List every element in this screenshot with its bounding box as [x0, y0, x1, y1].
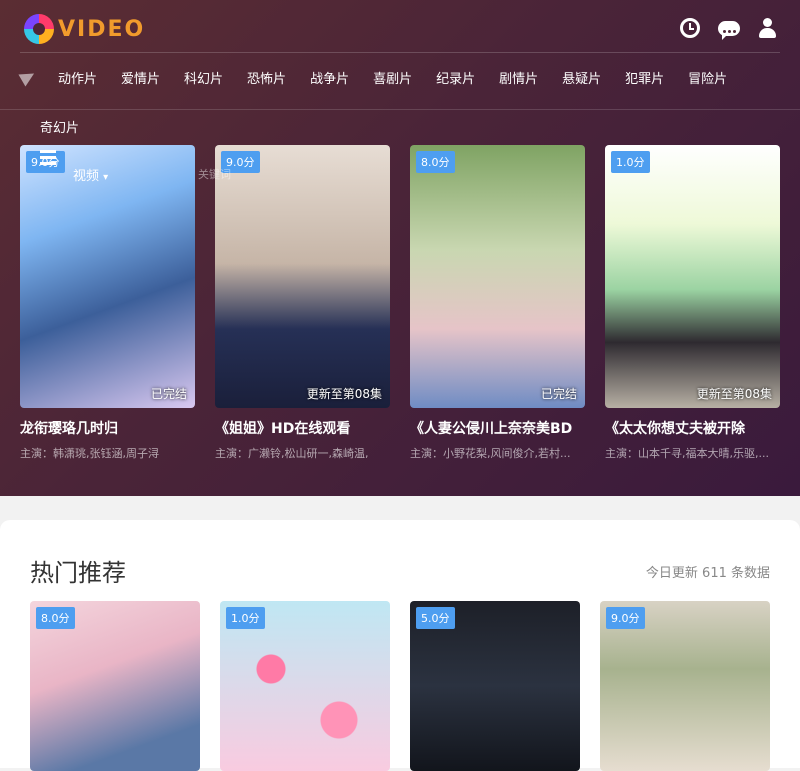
- hero-card[interactable]: 8.0分 已完结 《人妻公侵川上奈奈美BD 主演：小野花梨,风间俊介,若村...: [410, 145, 585, 461]
- clock-icon[interactable]: [680, 18, 700, 38]
- hero-card[interactable]: 1.0分 更新至第08集 《太太你想丈夫被开除 主演：山本千寻,福本大晴,乐驱,…: [605, 145, 780, 461]
- chat-icon[interactable]: [718, 21, 740, 40]
- nav-item-action[interactable]: 动作片: [58, 68, 97, 87]
- card-actors: 主演：广濑铃,松山研一,森崎温,: [215, 447, 369, 460]
- nav-item-documentary[interactable]: 纪录片: [436, 68, 475, 87]
- card-title[interactable]: 《太太你想丈夫被开除: [605, 418, 780, 438]
- category-nav: 动作片 爱情片 科幻片 恐怖片 战争片 喜剧片 纪录片 剧情片 悬疑片 犯罪片 …: [20, 68, 780, 87]
- hot-section: 热门推荐 今日更新 611 条数据 8.0分 1.0分 5.0分 9.0分: [0, 520, 800, 771]
- update-count: 今日更新 611 条数据: [645, 566, 770, 581]
- logo-text: VIDEO: [58, 16, 146, 42]
- hero-card[interactable]: 9.0分 更新至第08集 《姐姐》HD在线观看 主演：广濑铃,松山研一,森崎温,: [215, 145, 390, 461]
- hot-card[interactable]: 9.0分: [600, 601, 770, 771]
- score-badge: 8.0分: [36, 607, 75, 629]
- nav-item-horror[interactable]: 恐怖片: [247, 68, 286, 87]
- score-badge: 1.0分: [226, 607, 265, 629]
- video-dropdown-label: 视频: [73, 169, 100, 184]
- nav-item-adventure[interactable]: 冒险片: [688, 68, 727, 87]
- hot-card[interactable]: 5.0分: [410, 601, 580, 771]
- nav-item-mystery[interactable]: 悬疑片: [562, 68, 601, 87]
- hot-card[interactable]: 8.0分: [30, 601, 200, 771]
- status-label: 更新至第08集: [306, 387, 382, 401]
- card-title[interactable]: 龙衔璎珞几时归: [20, 418, 195, 438]
- hot-card[interactable]: 1.0分: [220, 601, 390, 771]
- score-badge: 1.0分: [611, 151, 650, 173]
- hero-card[interactable]: 9.0分 已完结 龙衔璎珞几时归 主演：韩潇珧,张钰涵,周子浔: [20, 145, 195, 461]
- poster-image[interactable]: 1.0分 更新至第08集: [605, 145, 780, 408]
- chevron-down-icon: ▾: [103, 172, 109, 183]
- score-badge: 5.0分: [416, 607, 455, 629]
- score-badge: 8.0分: [416, 151, 455, 173]
- card-title[interactable]: 《姐姐》HD在线观看: [215, 418, 390, 438]
- logo-mark-icon: [24, 14, 54, 44]
- card-actors: 主演：山本千寻,福本大晴,乐驱,...: [605, 447, 769, 460]
- nav-item-comedy[interactable]: 喜剧片: [373, 68, 412, 87]
- section-title: 热门推荐: [30, 559, 126, 587]
- status-label: 更新至第08集: [696, 387, 772, 401]
- card-actors: 主演：小野花梨,风间俊介,若村...: [410, 447, 571, 460]
- nav-divider: [0, 109, 800, 110]
- card-title[interactable]: 《人妻公侵川上奈奈美BD: [410, 418, 585, 438]
- menu-icon[interactable]: [40, 150, 56, 168]
- score-badge: 9.0分: [606, 607, 645, 629]
- status-label: 已完结: [150, 387, 187, 401]
- nav-item-fantasy[interactable]: 奇幻片: [40, 117, 79, 136]
- nav-item-scifi[interactable]: 科幻片: [184, 68, 223, 87]
- header-divider: [20, 52, 780, 53]
- user-icon[interactable]: [758, 18, 776, 38]
- send-icon: [20, 69, 36, 85]
- search-placeholder[interactable]: 关键词: [198, 166, 231, 182]
- status-label: 已完结: [540, 387, 577, 401]
- site-logo[interactable]: VIDEO: [24, 12, 145, 46]
- video-dropdown[interactable]: 视频 ▾: [73, 165, 108, 184]
- nav-item-drama[interactable]: 剧情片: [499, 68, 538, 87]
- nav-item-crime[interactable]: 犯罪片: [625, 68, 664, 87]
- nav-item-war[interactable]: 战争片: [310, 68, 349, 87]
- poster-image[interactable]: 9.0分 更新至第08集: [215, 145, 390, 408]
- poster-image[interactable]: 8.0分 已完结: [410, 145, 585, 408]
- header-actions: [680, 18, 776, 40]
- card-actors: 主演：韩潇珧,张钰涵,周子浔: [20, 447, 159, 460]
- hot-card-list: 8.0分 1.0分 5.0分 9.0分: [30, 601, 770, 771]
- nav-item-romance[interactable]: 爱情片: [121, 68, 160, 87]
- hero-card-list: 9.0分 已完结 龙衔璎珞几时归 主演：韩潇珧,张钰涵,周子浔 9.0分 更新至…: [20, 145, 780, 461]
- poster-image[interactable]: 9.0分 已完结: [20, 145, 195, 408]
- hero-section: VIDEO 动作片 爱情片 科幻片 恐怖片 战争片 喜剧片 纪录片 剧情片 悬疑…: [0, 0, 800, 496]
